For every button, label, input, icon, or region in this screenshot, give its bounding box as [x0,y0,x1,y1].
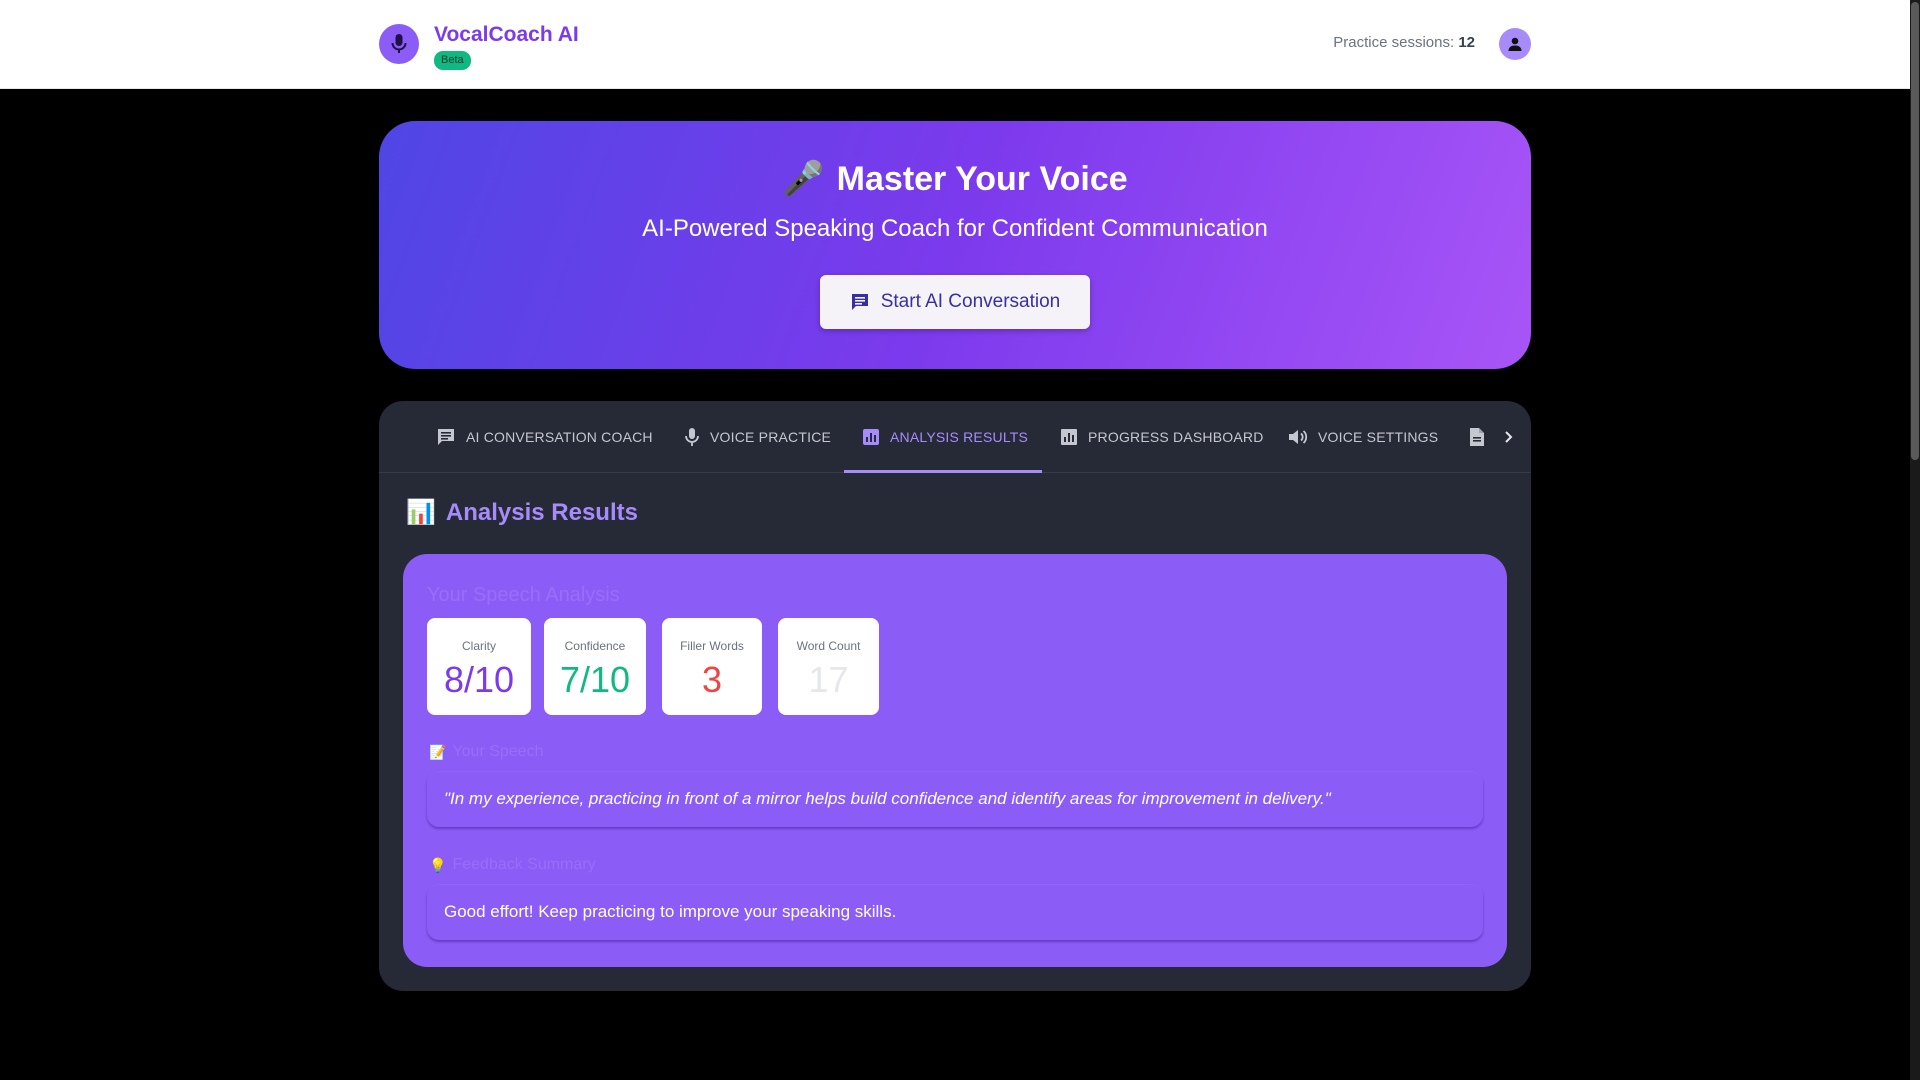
tab-label: AI Conversation Coach [466,429,653,445]
memo-emoji-icon: 📝 [429,743,447,760]
start-ai-conversation-label: Start AI Conversation [880,291,1061,312]
hero-subtitle: AI-Powered Speaking Coach for Confident … [642,215,1268,242]
microphone-icon [379,24,419,64]
tab-document[interactable] [1469,401,1485,473]
metric-card-confidence: Confidence 7/10 [544,618,646,715]
tab-label: Voice Practice [710,429,832,445]
tab-bar: AI Conversation Coach Voice Practice Ana… [379,401,1531,473]
metric-label: Confidence [564,639,626,653]
user-icon[interactable] [1499,28,1531,60]
tab-progress-dashboard[interactable]: Progress Dashboard [1060,401,1264,473]
metric-label: Clarity [461,639,496,653]
brand[interactable]: VocalCoach AI Beta [379,23,579,70]
speaker-icon [1289,430,1308,444]
hero-banner: 🎤 Master Your Voice AI-Powered Speaking … [379,121,1531,369]
bar-chart-icon [1061,429,1077,445]
chat-icon [438,429,454,445]
metric-label: Word Count [796,639,861,653]
metric-value: 3 [701,659,723,700]
your-speech-label-text: Your Speech [452,743,544,760]
app-header: VocalCoach AI Beta Practice sessions: 12 [0,0,1910,89]
beta-badge: Beta [434,51,471,70]
metric-card-word-count: Word Count 17 [778,618,879,715]
metric-card-clarity: Clarity 8/10 [427,618,531,715]
tab-label: Progress Dashboard [1088,429,1264,445]
speech-analysis-heading: Your Speech Analysis [427,584,620,606]
hero-title-text: Master Your Voice [836,159,1128,198]
tab-label: Voice Settings [1318,429,1439,445]
speech-transcript: "In my experience, practicing in front o… [427,771,1483,827]
practice-sessions: Practice sessions: 12 [1333,34,1475,51]
metric-value: 8/10 [443,659,515,700]
microphone-icon [685,428,699,446]
section-title: 📊 Analysis Results [406,498,638,527]
your-speech-label: 📝 Your Speech [429,743,543,761]
tab-ai-conversation-coach[interactable]: AI Conversation Coach [436,401,653,473]
lightbulb-emoji-icon: 💡 [429,856,447,873]
chart-emoji-icon: 📊 [406,499,436,526]
feedback-summary-label: 💡 Feedback Summary [429,856,596,874]
sessions-label: Practice sessions: [1333,34,1455,51]
metric-value: 7/10 [559,659,631,700]
tab-voice-practice[interactable]: Voice Practice [684,401,831,473]
feedback-summary-label-text: Feedback Summary [452,856,596,873]
chat-icon [851,294,868,310]
section-title-text: Analysis Results [445,498,638,526]
chevron-right-icon[interactable] [1497,423,1521,451]
analytics-icon [863,429,879,445]
hero-title: 🎤 Master Your Voice [379,159,1531,199]
metric-value: 17 [808,659,849,700]
sessions-count: 12 [1458,34,1475,51]
feedback-text: Good effort! Keep practicing to improve … [427,884,1483,940]
tab-label: Analysis Results [890,429,1029,445]
tab-voice-settings[interactable]: Voice Settings [1288,401,1438,473]
scrollbar-thumb[interactable] [1911,2,1919,460]
microphone-emoji-icon: 🎤 [782,160,825,198]
tab-analysis-results[interactable]: Analysis Results [862,401,1028,473]
main-card: AI Conversation Coach Voice Practice Ana… [379,401,1531,991]
app-name: VocalCoach AI [434,23,579,46]
metric-label: Filler Words [680,639,744,653]
start-ai-conversation-button[interactable]: Start AI Conversation [820,275,1090,329]
document-icon [1470,428,1484,446]
active-tab-indicator [844,470,1042,473]
metric-card-filler-words: Filler Words 3 [662,618,762,715]
analysis-panel: Your Speech Analysis Clarity 8/10 Confid… [403,554,1507,967]
